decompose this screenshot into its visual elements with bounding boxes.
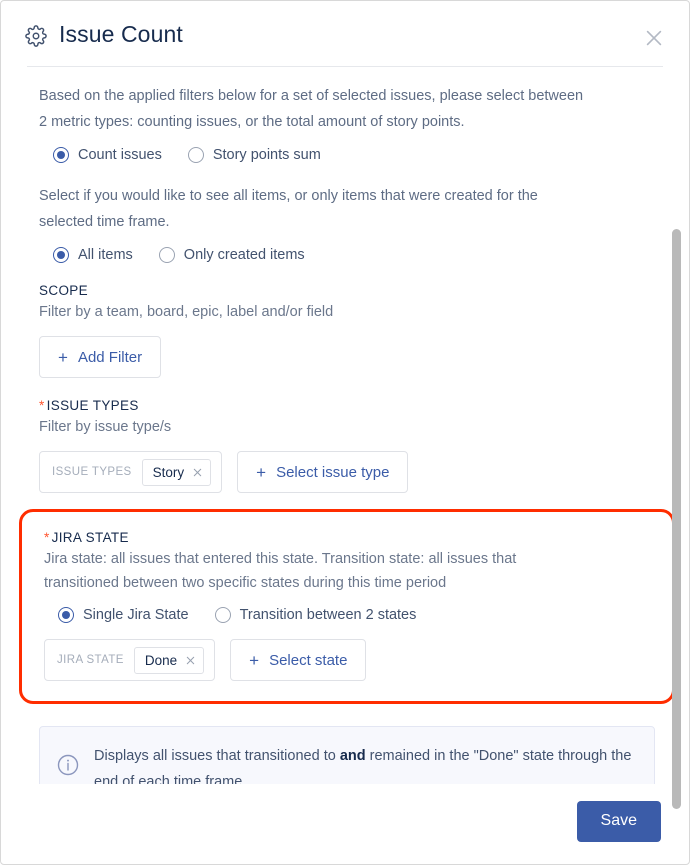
jira-state-radio-group: Single Jira State Transition between 2 s…: [44, 607, 650, 623]
plus-icon: +: [249, 650, 260, 670]
intro-text: Based on the applied filters below for a…: [39, 88, 584, 130]
radio-indicator: [187, 147, 204, 163]
radio-indicator: [53, 147, 69, 163]
scope-section: SCOPE Filter by a team, board, epic, lab…: [39, 283, 655, 378]
close-icon[interactable]: [641, 25, 667, 51]
dialog-body: Based on the applied filters below for a…: [1, 67, 689, 784]
radio-label: Transition between 2 states: [239, 607, 417, 623]
radio-option-all-items[interactable]: All items: [53, 247, 133, 263]
radio-label: Single Jira State: [83, 607, 189, 623]
radio-indicator: [58, 607, 74, 623]
plus-icon: +: [256, 462, 267, 482]
issue-types-controls: ISSUE TYPES Story + Select issue type: [39, 451, 655, 493]
save-button[interactable]: Save: [576, 800, 661, 842]
radio-option-story-points-sum[interactable]: Story points sum: [187, 147, 321, 163]
chip-label: Done: [144, 652, 178, 668]
items-scope-radio-group: All items Only created items: [39, 247, 655, 263]
dialog-header: Issue Count: [1, 1, 689, 67]
scrollbar-thumb[interactable]: [672, 229, 681, 809]
issue-types-group-label: ISSUE TYPES: [52, 466, 132, 478]
jira-state-controls: JIRA STATE Done + Select state: [44, 639, 650, 681]
radio-label: Story points sum: [212, 147, 321, 163]
radio-label: All items: [78, 247, 133, 263]
radio-indicator: [158, 247, 175, 263]
radio-option-transition-between-2-states[interactable]: Transition between 2 states: [214, 607, 417, 623]
dialog-footer: Save: [1, 784, 689, 864]
select-issue-type-label: Select issue type: [276, 463, 390, 481]
jira-state-chip-group: JIRA STATE Done: [44, 639, 216, 681]
add-filter-button[interactable]: + Add Filter: [39, 336, 162, 378]
jira-state-section-highlighted: * JIRA STATE Jira state: all issues that …: [19, 509, 675, 704]
scrollbar[interactable]: [672, 229, 681, 809]
select-state-button[interactable]: + Select state: [230, 639, 367, 681]
page-title: Issue Count: [59, 20, 183, 47]
radio-option-single-jira-state[interactable]: Single Jira State: [58, 607, 189, 623]
radio-label: Only created items: [183, 247, 305, 263]
required-asterisk: *: [44, 530, 50, 545]
select-issue-type-button[interactable]: + Select issue type: [237, 451, 409, 493]
jira-state-title: * JIRA STATE: [44, 530, 650, 545]
chip-issue-type[interactable]: Story: [141, 458, 212, 486]
select-state-label: Select state: [269, 651, 348, 669]
radio-indicator: [214, 607, 231, 623]
radio-option-count-issues[interactable]: Count issues: [53, 147, 162, 163]
close-icon[interactable]: [192, 467, 203, 478]
issue-types-chip-group: ISSUE TYPES Story: [39, 451, 223, 493]
jira-state-title-text: JIRA STATE: [51, 530, 129, 545]
radio-option-only-created-items[interactable]: Only created items: [158, 247, 305, 263]
scope-title: SCOPE: [39, 283, 89, 298]
chip-label: Story: [152, 464, 185, 480]
jira-state-subtitle: Jira state: all issues that entered this…: [44, 551, 517, 591]
info-icon: [56, 753, 80, 782]
chip-jira-state[interactable]: Done: [133, 646, 205, 674]
radio-indicator: [53, 247, 69, 263]
radio-label: Count issues: [78, 147, 162, 163]
info-text-before: Displays all issues that transitioned to: [94, 748, 340, 764]
scope-subtitle: Filter by a team, board, epic, label and…: [39, 304, 334, 320]
info-callout: Displays all issues that transitioned to…: [39, 726, 655, 784]
jira-state-group-label: JIRA STATE: [57, 654, 124, 666]
items-scope-text: Select if you would like to see all item…: [39, 188, 538, 230]
issue-count-dialog: Issue Count Based on the applied filters…: [0, 0, 690, 865]
plus-icon: +: [58, 347, 68, 367]
issue-types-title: * ISSUE TYPES: [39, 398, 655, 413]
issue-types-subtitle: Filter by issue type/s: [39, 419, 172, 435]
issue-types-section: * ISSUE TYPES Filter by issue type/s ISSU…: [39, 398, 655, 493]
info-emphasis: and: [339, 748, 366, 764]
required-asterisk: *: [39, 398, 45, 413]
add-filter-label: Add Filter: [77, 348, 143, 366]
issue-types-title-text: ISSUE TYPES: [46, 398, 139, 413]
close-icon[interactable]: [185, 655, 196, 666]
metric-type-radio-group: Count issues Story points sum: [39, 147, 655, 163]
info-text: Displays all issues that transitioned to…: [94, 743, 636, 784]
gear-icon: [23, 23, 49, 49]
